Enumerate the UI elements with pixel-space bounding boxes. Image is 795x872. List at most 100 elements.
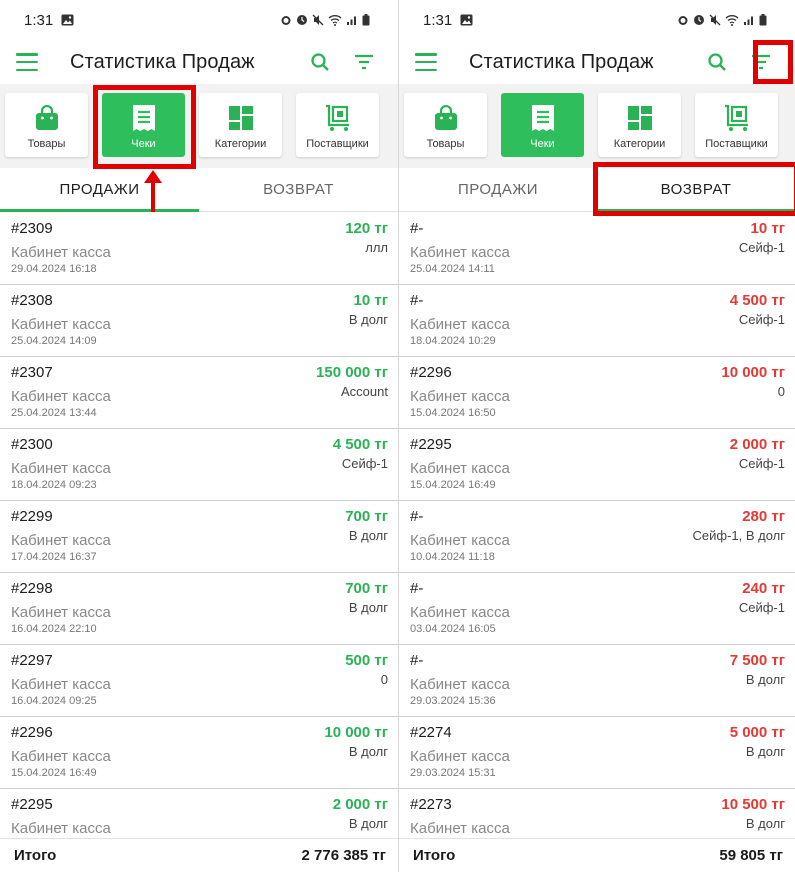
payment-note: 0: [777, 383, 785, 399]
status-bar: 1:31: [0, 0, 398, 40]
receipt-amount: 5 000 тг: [729, 723, 785, 741]
card-products[interactable]: Товары: [404, 93, 487, 157]
list-item[interactable]: #2300 4 500 тг Кабинет касса Сейф-1 18.04.20…: [0, 429, 398, 501]
payment-note: Сейф-1: [738, 599, 785, 615]
list-item[interactable]: #- 10 тг Кабинет касса Сейф-1 25.04.2024 14:…: [399, 213, 795, 285]
payment-note: ллл: [365, 239, 388, 255]
card-receipts[interactable]: Чеки: [102, 93, 185, 157]
app-bar: Статистика Продаж: [399, 40, 795, 84]
receipt-amount: 240 тг: [742, 579, 785, 597]
payment-note: Сейф-1: [738, 239, 785, 255]
card-label: Товары: [27, 138, 66, 150]
receipt-number: #-: [410, 651, 424, 669]
list-item[interactable]: #2273 10 500 тг Кабинет касса В долг: [399, 789, 795, 838]
total-footer: Итого 2 776 385 тг: [0, 838, 398, 872]
list-item[interactable]: #2274 5 000 тг Кабинет касса В долг 29.03.20…: [399, 717, 795, 789]
search-button[interactable]: [302, 44, 338, 80]
receipt-amount: 700 тг: [345, 579, 388, 597]
list-item[interactable]: #- 7 500 тг Кабинет касса В долг 29.03.2024 …: [399, 645, 795, 717]
tab-bar: ПРОДАЖИ ВОЗВРАТ: [399, 168, 795, 212]
list-item[interactable]: #- 4 500 тг Кабинет касса Сейф-1 18.04.2024 …: [399, 285, 795, 357]
mute-icon: [709, 14, 721, 26]
battery-icon: [759, 14, 767, 26]
payment-note: В долг: [348, 527, 388, 543]
receipt-number: #2309: [11, 219, 53, 237]
receipt-amount: 10 500 тг: [721, 795, 785, 813]
card-label: Чеки: [530, 138, 555, 150]
list-item[interactable]: #2309 120 тг Кабинет касса ллл 29.04.2024 16…: [0, 213, 398, 285]
total-footer: Итого 59 805 тг: [399, 838, 795, 872]
receipt-date: 17.04.2024 16:37: [11, 551, 97, 563]
list-item[interactable]: #2299 700 тг Кабинет касса В долг 17.04.2024…: [0, 501, 398, 573]
cash-register-name: Кабинет касса: [410, 459, 510, 477]
card-products[interactable]: Товары: [5, 93, 88, 157]
returns-list: #- 10 тг Кабинет касса Сейф-1 25.04.2024 14:…: [399, 213, 795, 838]
cash-register-name: Кабинет касса: [11, 603, 111, 621]
receipt-date: 16.04.2024 09:25: [11, 695, 97, 707]
list-item[interactable]: #2296 10 000 тг Кабинет касса В долг 15.04.2…: [0, 717, 398, 789]
card-label: Поставщики: [306, 138, 369, 150]
supplier-cart-icon: [325, 104, 349, 131]
page-title: Статистика Продаж: [70, 50, 255, 73]
tab-returns[interactable]: ВОЗВРАТ: [199, 168, 398, 211]
list-item[interactable]: #- 280 тг Кабинет касса Сейф-1, В долг 10.04…: [399, 501, 795, 573]
receipt-number: #2297: [11, 651, 53, 669]
list-item[interactable]: #2308 10 тг Кабинет касса В долг 25.04.2024 …: [0, 285, 398, 357]
app-bar: Статистика Продаж: [0, 40, 398, 84]
category-grid-icon: [627, 106, 652, 130]
tab-sales[interactable]: ПРОДАЖИ: [0, 168, 199, 212]
menu-icon[interactable]: [16, 53, 38, 71]
payment-note: В долг: [348, 311, 388, 327]
list-item[interactable]: #2298 700 тг Кабинет касса В долг 16.04.2024…: [0, 573, 398, 645]
card-label: Товары: [426, 138, 465, 150]
receipt-icon: [531, 105, 554, 131]
receipt-date: 29.04.2024 16:18: [11, 263, 97, 275]
card-receipts[interactable]: Чеки: [501, 93, 584, 157]
search-button[interactable]: [699, 44, 735, 80]
card-label: Категории: [613, 138, 666, 150]
list-item[interactable]: #- 240 тг Кабинет касса Сейф-1 03.04.2024 16…: [399, 573, 795, 645]
receipt-number: #2274: [410, 723, 452, 741]
receipt-number: #2295: [11, 795, 53, 813]
receipt-number: #2296: [410, 363, 452, 381]
list-item[interactable]: #2296 10 000 тг Кабинет касса 0 15.04.2024 1…: [399, 357, 795, 429]
card-categories[interactable]: Категории: [598, 93, 681, 157]
supplier-cart-icon: [724, 104, 748, 131]
filter-button[interactable]: [743, 44, 779, 80]
card-suppliers[interactable]: Поставщики: [695, 93, 778, 157]
card-label: Чеки: [131, 138, 156, 150]
annotation-arrow-icon: [144, 170, 162, 212]
receipt-number: #2307: [11, 363, 53, 381]
receipt-amount: 4 500 тг: [332, 435, 388, 453]
card-categories[interactable]: Категории: [199, 93, 282, 157]
filter-icon: [752, 54, 770, 70]
menu-icon[interactable]: [415, 53, 437, 71]
payment-note: Account: [341, 383, 388, 399]
card-suppliers[interactable]: Поставщики: [296, 93, 379, 157]
total-amount: 59 805 тг: [719, 847, 783, 864]
tab-sales[interactable]: ПРОДАЖИ: [399, 168, 597, 211]
tab-returns[interactable]: ВОЗВРАТ: [597, 168, 795, 212]
receipts-list: #2309 120 тг Кабинет касса ллл 29.04.2024 16…: [0, 213, 398, 838]
filter-button[interactable]: [346, 44, 382, 80]
cash-register-name: Кабинет касса: [11, 531, 111, 549]
list-item[interactable]: #2295 2 000 тг Кабинет касса Сейф-1 15.04.20…: [399, 429, 795, 501]
list-item[interactable]: #2307 150 000 тг Кабинет касса Account 25.04…: [0, 357, 398, 429]
list-item[interactable]: #2297 500 тг Кабинет касса 0 16.04.2024 09:2…: [0, 645, 398, 717]
receipt-amount: 2 000 тг: [729, 435, 785, 453]
receipt-amount: 10 тг: [750, 219, 785, 237]
list-item[interactable]: #2295 2 000 тг Кабинет касса В долг: [0, 789, 398, 838]
receipt-date: 15.04.2024 16:50: [410, 407, 496, 419]
receipt-amount: 10 тг: [353, 291, 388, 309]
receipt-number: #2299: [11, 507, 53, 525]
cash-register-name: Кабинет касса: [11, 387, 111, 405]
clock-icon: [297, 15, 307, 25]
receipt-number: #2296: [11, 723, 53, 741]
screen-right: 1:31 Статистика Продаж Товары Чеки Катег…: [399, 0, 795, 872]
payment-note: В долг: [745, 815, 785, 831]
wifi-icon: [328, 15, 342, 26]
status-bar: 1:31: [399, 0, 795, 40]
cash-register-name: Кабинет касса: [410, 243, 510, 261]
status-time: 1:31: [423, 11, 453, 29]
cash-register-name: Кабинет касса: [410, 387, 510, 405]
